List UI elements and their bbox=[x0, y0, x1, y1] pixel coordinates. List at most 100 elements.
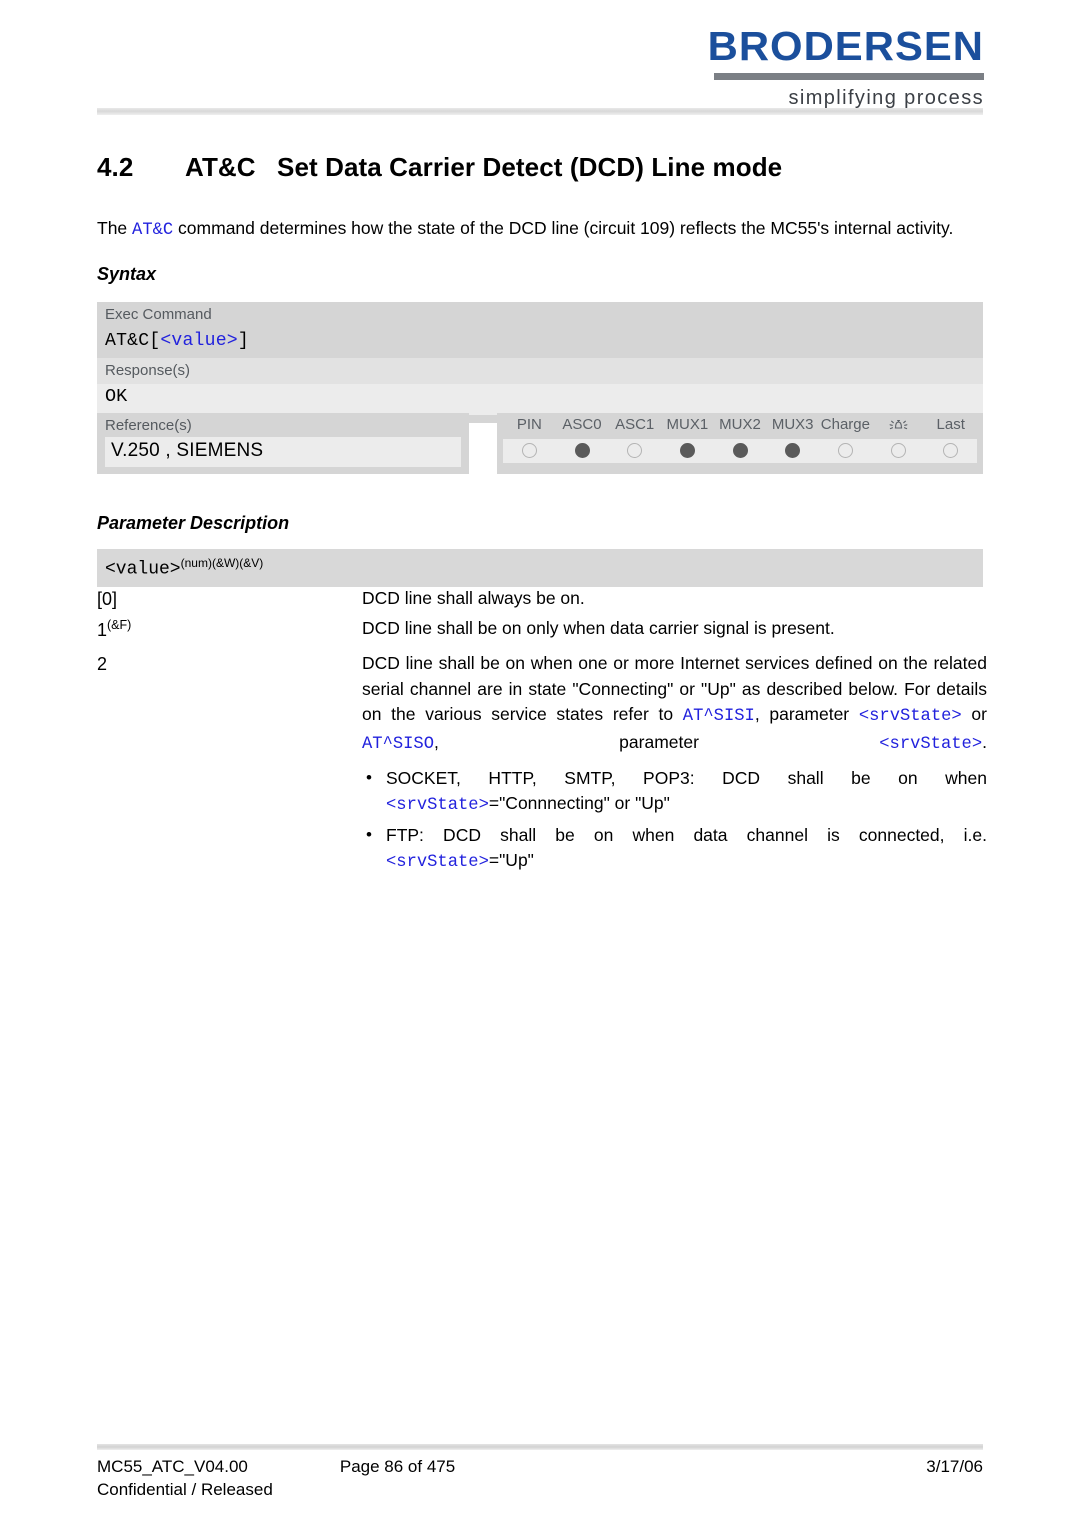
pin-table-header: PIN ASC0 ASC1 MUX1 MUX2 MUX3 Charge Last bbox=[497, 413, 983, 439]
pin-column-last: Last bbox=[936, 416, 965, 433]
heading-syntax: Syntax bbox=[97, 264, 157, 284]
alarm-icon bbox=[889, 416, 908, 437]
footer-document-id: MC55_ATC_V04.00 bbox=[97, 1457, 248, 1476]
bullet-text-line1: FTP: DCD shall be on when data channel i… bbox=[386, 824, 987, 845]
parameter-name: <value> bbox=[105, 559, 181, 580]
heading-parameter-description: Parameter Description bbox=[97, 513, 290, 533]
parameter-key: 2 bbox=[97, 651, 362, 876]
param2-text-4: , parameter bbox=[434, 731, 880, 752]
bullet-code-srvstate: <srvState> bbox=[386, 796, 489, 816]
footer-divider bbox=[97, 1444, 983, 1450]
response-label: Response(s) bbox=[97, 357, 983, 384]
references-value: V.250 , SIEMENS bbox=[105, 437, 461, 467]
pin-availability-table: PIN ASC0 ASC1 MUX1 MUX2 MUX3 Charge Last bbox=[497, 413, 983, 474]
pin-state-alarm bbox=[872, 443, 925, 458]
pin-state-asc0 bbox=[556, 443, 609, 458]
pin-state-mux3 bbox=[766, 443, 819, 458]
pin-table-states bbox=[503, 439, 977, 463]
header-divider bbox=[97, 108, 983, 115]
pin-column-charge: Charge bbox=[820, 416, 870, 433]
intro-paragraph: The AT&C command determines how the stat… bbox=[97, 217, 987, 242]
footer-classification: Confidential / Released bbox=[97, 1480, 273, 1499]
state-dot-on-mux3 bbox=[785, 443, 801, 458]
parameter-key-superscript: (&F) bbox=[107, 618, 132, 633]
parameter-row: [0] DCD line shall always be on. bbox=[97, 586, 987, 612]
brand-name: BRODERSEN bbox=[707, 23, 984, 69]
bullet-text-line2: ="Up" bbox=[488, 850, 534, 871]
parameter-value-text: DCD line shall always be on. bbox=[362, 588, 585, 608]
bullet-text-line1: SOCKET, HTTP, SMTP, POP3: DCD shall be o… bbox=[386, 767, 987, 788]
references-row: Reference(s) V.250 , SIEMENS PIN ASC0 AS… bbox=[97, 413, 983, 474]
pin-state-asc1 bbox=[608, 443, 661, 458]
footer-page-number: Page 86 of 475 bbox=[339, 1457, 456, 1476]
footer-primary-line: MC55_ATC_V04.00 Page 86 of 475 3/17/06 bbox=[97, 1457, 983, 1477]
bullet-text-line2: ="Connnecting" or "Up" bbox=[488, 793, 670, 814]
list-item: • SOCKET, HTTP, SMTP, POP3: DCD shall be… bbox=[362, 766, 987, 819]
exec-command-label: Exec Command bbox=[97, 302, 983, 328]
state-dot-off-pin bbox=[521, 443, 537, 458]
state-dot-on-mux2 bbox=[732, 443, 748, 458]
syntax-table: Exec Command AT&C[<value>] Response(s) O… bbox=[97, 302, 983, 423]
pin-state-last bbox=[924, 443, 977, 458]
param2-text-3: or bbox=[961, 703, 987, 724]
parameter-key-text: 1 bbox=[97, 620, 108, 641]
exec-command-param: <value> bbox=[160, 330, 238, 351]
brand-divider bbox=[714, 73, 984, 80]
parameter-key-text: 2 bbox=[97, 654, 108, 675]
parameter-bullet-list: • SOCKET, HTTP, SMTP, POP3: DCD shall be… bbox=[362, 766, 987, 877]
response-value: OK bbox=[97, 383, 983, 415]
parameter-value-paragraph: DCD line shall be on when one or more In… bbox=[362, 651, 987, 758]
bullet-marker: • bbox=[366, 824, 372, 844]
pin-column-mux1: MUX1 bbox=[666, 416, 709, 433]
state-dot-off-asc1 bbox=[627, 443, 643, 458]
pin-column-mux2: MUX2 bbox=[719, 416, 761, 433]
bullet-marker: • bbox=[366, 767, 372, 787]
pin-state-mux1 bbox=[661, 443, 714, 458]
exec-command-value: AT&C[<value>] bbox=[97, 327, 983, 358]
state-dot-off-last bbox=[943, 443, 959, 458]
section-number: 4.2 bbox=[97, 152, 134, 182]
state-dot-off-alarm bbox=[890, 443, 906, 458]
parameter-row: 2 DCD line shall be on when one or more … bbox=[97, 651, 987, 876]
exec-bracket-close: ] bbox=[237, 330, 249, 351]
list-item: • FTP: DCD shall be on when data channel… bbox=[362, 823, 987, 876]
page-title: 4.2 AT&C Set Data Carrier Detect (DCD) Lin… bbox=[97, 152, 987, 183]
param2-code-srvstate-1: <srvState> bbox=[858, 706, 962, 726]
pin-column-pin: PIN bbox=[516, 416, 542, 433]
pin-column-asc0: ASC0 bbox=[562, 416, 602, 433]
section-command: AT&C bbox=[185, 152, 256, 182]
bullet-text: SOCKET, HTTP, SMTP, POP3: DCD shall be o… bbox=[386, 766, 987, 819]
pin-state-pin bbox=[503, 443, 556, 458]
brand-tagline: simplifying process bbox=[788, 87, 984, 109]
parameter-key: [0] bbox=[97, 586, 362, 612]
state-dot-on-asc0 bbox=[574, 443, 590, 458]
brand-logo: BRODERSEN simplifying process bbox=[694, 26, 984, 110]
section-title-text: Set Data Carrier Detect (DCD) Line mode bbox=[277, 152, 783, 182]
param2-code-atsisi: AT^SISI bbox=[682, 706, 755, 726]
intro-text-1: The bbox=[97, 218, 133, 238]
parameter-key: 1(&F) bbox=[97, 616, 362, 643]
intro-code-atc: AT&C bbox=[132, 221, 174, 240]
parameter-value-text: DCD line shall be on only when data carr… bbox=[362, 618, 835, 639]
pin-state-mux2 bbox=[714, 443, 767, 458]
parameter-value-block: DCD line shall be on when one or more In… bbox=[362, 651, 987, 876]
references-label: Reference(s) bbox=[105, 417, 192, 434]
pin-column-mux3: MUX3 bbox=[771, 416, 814, 433]
param2-code-atsiso: AT^SISO bbox=[362, 734, 435, 754]
footer-date: 3/17/06 bbox=[926, 1457, 983, 1476]
parameter-rows: [0] DCD line shall always be on. 1(&F) D… bbox=[97, 586, 987, 878]
param2-text-2: , parameter bbox=[754, 703, 859, 724]
param2-text-5: . bbox=[982, 731, 987, 752]
state-dot-on-mux1 bbox=[679, 443, 695, 458]
bullet-code-srvstate: <srvState> bbox=[386, 853, 489, 873]
bullet-text: FTP: DCD shall be on when data channel i… bbox=[386, 823, 987, 876]
page-footer: MC55_ATC_V04.00 Page 86 of 475 3/17/06 C… bbox=[97, 1457, 983, 1500]
parameter-key-text: [0] bbox=[97, 589, 118, 609]
references-box: Reference(s) V.250 , SIEMENS bbox=[97, 413, 469, 474]
pin-column-asc1: ASC1 bbox=[615, 416, 655, 433]
pin-column-alarm bbox=[872, 416, 925, 437]
param2-code-srvstate-2: <srvState> bbox=[879, 734, 983, 754]
state-dot-off-charge bbox=[837, 443, 853, 458]
exec-bracket-open: [ bbox=[149, 330, 161, 351]
parameter-row: 1(&F) DCD line shall be on only when dat… bbox=[97, 616, 987, 643]
